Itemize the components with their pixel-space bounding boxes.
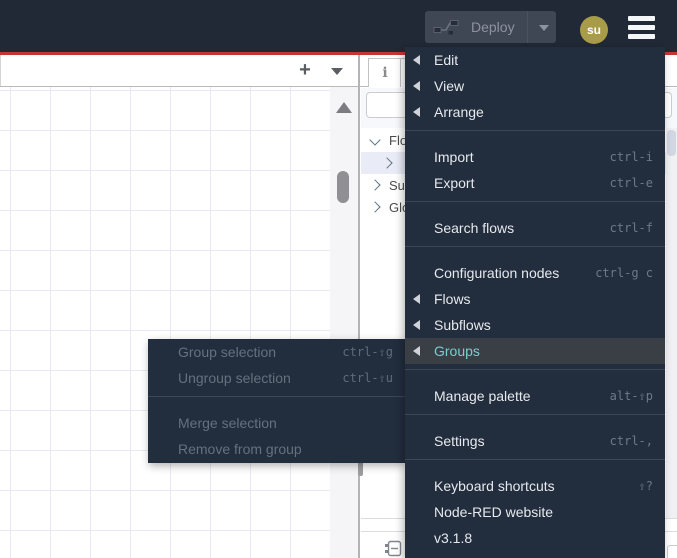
hamburger-icon [628, 25, 655, 30]
deploy-button-label: Deploy [471, 19, 515, 35]
menu-separator [405, 241, 665, 260]
sidebar-splitter[interactable] [358, 55, 360, 558]
menu-item-label: Export [434, 175, 475, 191]
chevron-down-icon [369, 134, 381, 146]
sidebar-tab-info[interactable]: i [368, 58, 402, 87]
menu-item-import[interactable]: Import ctrl-i [405, 144, 665, 170]
menu-item-view[interactable]: View [405, 73, 665, 99]
chevron-right-icon [381, 157, 393, 169]
menu-item-label: Remove from group [178, 441, 302, 457]
menu-item-configuration-nodes[interactable]: Configuration nodes ctrl-g c [405, 260, 665, 286]
canvas-vertical-scrollbar-track[interactable] [330, 87, 358, 558]
sidebar-footer-button[interactable] [667, 545, 677, 558]
menu-separator [405, 125, 665, 144]
hamburger-icon [628, 16, 655, 21]
menu-item-settings[interactable]: Settings ctrl-, [405, 428, 665, 454]
submenu-arrow-icon [413, 55, 420, 65]
menu-item-label: Search flows [434, 220, 515, 236]
menu-item-shortcut: alt-⇧p [609, 389, 653, 403]
menu-item-arrange[interactable]: Arrange [405, 99, 665, 125]
menu-separator [148, 391, 405, 410]
add-flow-button[interactable]: + [293, 58, 317, 83]
menu-item-manage-palette[interactable]: Manage palette alt-⇧p [405, 383, 665, 409]
deploy-icon [433, 20, 459, 35]
menu-item-label: Group selection [178, 344, 277, 360]
menu-item-shortcut: ctrl-⇧g [342, 345, 393, 359]
menu-item-shortcut: ⇧? [638, 479, 653, 493]
tree-scrollbar-thumb[interactable] [667, 130, 676, 156]
outline-node-icon[interactable] [384, 540, 402, 558]
menu-separator [405, 409, 665, 428]
menu-item-shortcut: ctrl-e [609, 176, 653, 190]
menu-item-version[interactable]: v3.1.8 [405, 525, 665, 551]
menu-item-label: Flows [434, 291, 471, 307]
chevron-right-icon [369, 201, 381, 213]
submenu-item-remove-from-group[interactable]: Remove from group [148, 436, 405, 462]
submenu-arrow-icon [413, 346, 420, 356]
submenu-arrow-icon [413, 294, 420, 304]
deploy-button[interactable]: Deploy [425, 11, 556, 43]
menu-item-label: Arrange [434, 104, 484, 120]
header-bar: Deploy su [0, 0, 677, 52]
menu-item-label: Settings [434, 433, 485, 449]
menu-item-subflows[interactable]: Subflows [405, 312, 665, 338]
workspace-tab-edge [0, 55, 1, 86]
menu-item-shortcut: ctrl-f [609, 221, 653, 235]
deploy-caret-icon[interactable] [539, 25, 549, 31]
scroll-up-icon[interactable] [336, 102, 352, 113]
submenu-item-merge-selection[interactable]: Merge selection [148, 410, 405, 436]
menu-item-label: View [434, 78, 465, 94]
submenu-arrow-icon [413, 320, 420, 330]
tree-scrollbar-track[interactable] [666, 128, 677, 518]
submenu-arrow-icon [413, 81, 420, 91]
menu-item-label: Configuration nodes [434, 265, 560, 281]
submenu-arrow-icon [413, 107, 420, 117]
node-red-app: + i i Flo Su Glo [0, 0, 677, 558]
main-menu: Edit View Arrange Import ctrl-i Export c… [405, 47, 665, 558]
submenu-item-group-selection[interactable]: Group selection ctrl-⇧g [148, 339, 405, 365]
menu-item-label: v3.1.8 [434, 530, 473, 546]
menu-separator [405, 364, 665, 383]
menu-separator [405, 196, 665, 215]
menu-item-label: Merge selection [178, 415, 277, 431]
info-tab-icon: i [382, 65, 388, 81]
menu-item-label: Ungroup selection [178, 370, 291, 386]
menu-item-export[interactable]: Export ctrl-e [405, 170, 665, 196]
menu-item-label: Groups [434, 343, 480, 359]
menu-item-label: Manage palette [434, 388, 531, 404]
flow-list-icon[interactable] [331, 68, 343, 75]
menu-item-label: Node-RED website [434, 504, 554, 520]
menu-separator [405, 454, 665, 473]
menu-item-shortcut: ctrl-, [609, 434, 653, 448]
main-menu-button[interactable] [628, 16, 655, 39]
menu-item-shortcut: ctrl-⇧u [342, 371, 393, 385]
menu-item-label: Keyboard shortcuts [434, 478, 555, 494]
menu-item-node-red-website[interactable]: Node-RED website [405, 499, 665, 525]
menu-item-shortcut: ctrl-i [609, 150, 653, 164]
menu-item-label: Edit [434, 52, 459, 68]
menu-item-keyboard-shortcuts[interactable]: Keyboard shortcuts ⇧? [405, 473, 665, 499]
deploy-button-divider [527, 11, 528, 43]
groups-submenu: Group selection ctrl-⇧g Ungroup selectio… [148, 339, 405, 463]
menu-item-flows[interactable]: Flows [405, 286, 665, 312]
menu-item-edit[interactable]: Edit [405, 47, 665, 73]
menu-item-label: Import [434, 149, 474, 165]
flow-canvas[interactable] [0, 87, 330, 558]
menu-item-shortcut: ctrl-g c [595, 266, 653, 280]
menu-item-search-flows[interactable]: Search flows ctrl-f [405, 215, 665, 241]
submenu-item-ungroup-selection[interactable]: Ungroup selection ctrl-⇧u [148, 365, 405, 391]
canvas-vertical-scrollbar-thumb[interactable] [337, 171, 349, 203]
menu-item-label: Subflows [434, 317, 491, 333]
hamburger-icon [628, 34, 655, 39]
chevron-right-icon [369, 179, 381, 191]
tree-row-label: Su [389, 177, 405, 193]
sidebar-scrollbar-fragment[interactable] [358, 461, 363, 476]
user-avatar[interactable]: su [580, 16, 608, 44]
menu-item-groups[interactable]: Groups [405, 338, 665, 364]
